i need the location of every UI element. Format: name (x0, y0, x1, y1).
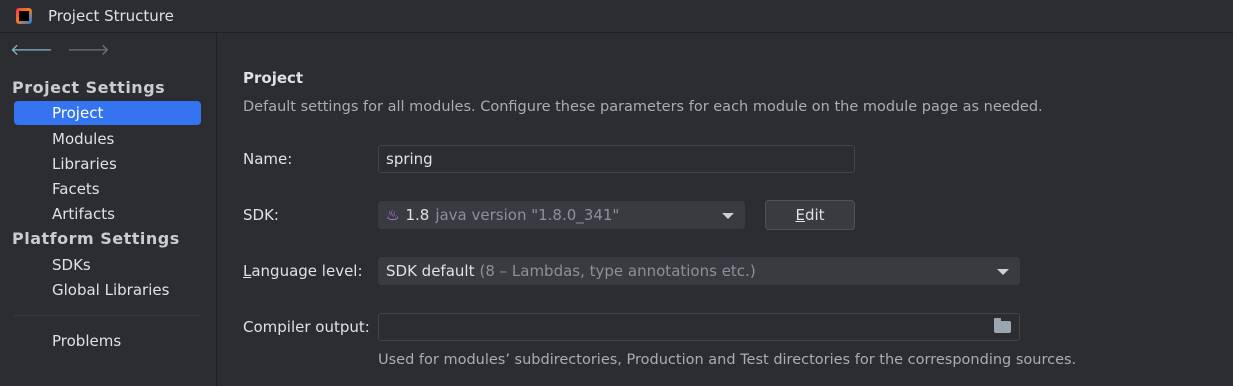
back-arrow-icon[interactable]: 🡐 (10, 41, 53, 59)
java-icon: ♨ (386, 206, 400, 224)
language-level-detail: (8 – Lambdas, type annotations etc.) (479, 262, 756, 280)
compiler-output-hint: Used for modules’ subdirectories, Produc… (378, 352, 1077, 368)
sidebar-item-artifacts[interactable]: Artifacts (14, 202, 201, 226)
sidebar-item-problems[interactable]: Problems (14, 329, 201, 353)
chevron-down-icon (997, 269, 1009, 275)
chevron-down-icon (722, 213, 734, 219)
edit-sdk-button[interactable]: Edit (765, 200, 855, 230)
page-description: Default settings for all modules. Config… (243, 99, 1043, 115)
language-level-value: SDK default (386, 262, 475, 280)
sidebar: 🡐 🡒 Project Settings Project Modules Lib… (0, 33, 217, 386)
folder-icon[interactable] (994, 318, 1011, 333)
nav-arrows: 🡐 🡒 (10, 41, 110, 59)
edit-label-rest: dit (804, 206, 825, 224)
sidebar-divider (14, 315, 201, 316)
title-bar: Project Structure (0, 0, 1233, 33)
name-value: spring (386, 150, 433, 168)
language-level-dropdown[interactable]: SDK default (8 – Lambdas, type annotatio… (378, 257, 1020, 285)
sdk-detail: java version "1.8.0_341" (435, 206, 620, 224)
language-level-label-rest: anguage level: (251, 262, 363, 280)
sidebar-item-project[interactable]: Project (14, 101, 201, 125)
sdk-dropdown[interactable]: ♨ 1.8 java version "1.8.0_341" (378, 201, 745, 229)
name-label: Name: (243, 150, 293, 168)
edit-mnemonic: E (795, 206, 805, 224)
language-level-label: Language level: (243, 262, 363, 280)
sdk-label: SDK: (243, 206, 279, 224)
name-field[interactable]: spring (378, 145, 855, 173)
page-title: Project (243, 69, 304, 87)
compiler-output-field[interactable] (378, 313, 1020, 341)
section-project-settings: Project Settings (12, 78, 166, 97)
sidebar-item-modules[interactable]: Modules (14, 127, 201, 151)
sdk-version: 1.8 (405, 206, 430, 224)
sidebar-item-global-libraries[interactable]: Global Libraries (14, 278, 201, 302)
forward-arrow-icon[interactable]: 🡒 (67, 41, 110, 59)
section-platform-settings: Platform Settings (12, 229, 180, 248)
intellij-app-icon (16, 8, 32, 24)
compiler-output-label: Compiler output: (243, 318, 370, 336)
project-settings-panel: Project Default settings for all modules… (217, 33, 1233, 386)
sidebar-item-libraries[interactable]: Libraries (14, 152, 201, 176)
window-title: Project Structure (48, 7, 174, 25)
sidebar-item-facets[interactable]: Facets (14, 177, 201, 201)
sidebar-item-sdks[interactable]: SDKs (14, 253, 201, 277)
